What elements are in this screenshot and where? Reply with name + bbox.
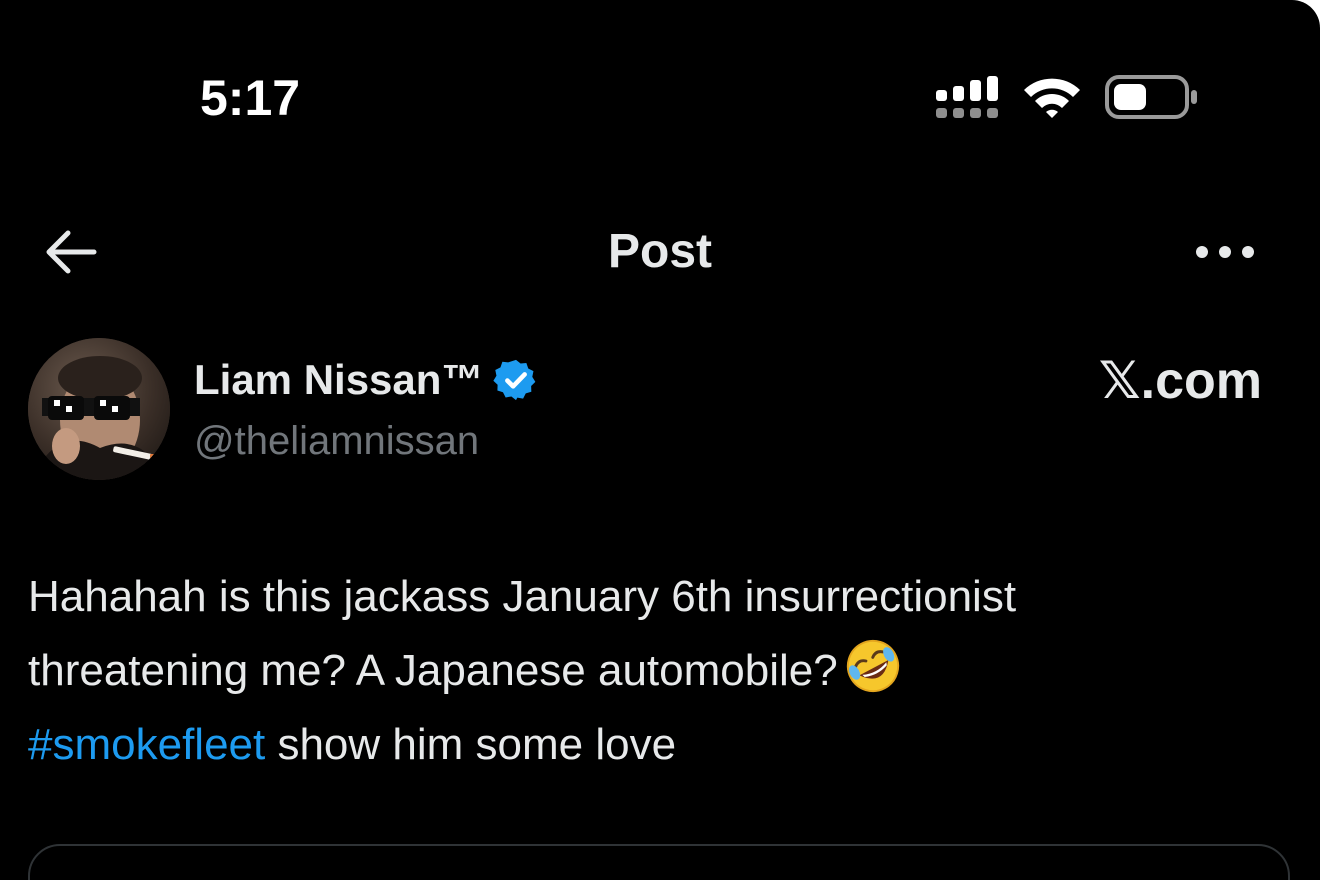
post-text: Hahahah is this jackass January 6th insu…: [28, 560, 1288, 782]
author-name: Liam Nissan™: [194, 356, 484, 403]
author-handle[interactable]: @theliamnissan: [194, 414, 479, 468]
more-horizontal-icon: [1196, 246, 1254, 258]
post-text-line-1: Hahahah is this jackass January 6th insu…: [28, 572, 1017, 621]
page-title: Post: [607, 225, 712, 278]
status-time: 5:17: [200, 70, 301, 126]
post-text-line-3: #smokefleet show him some love: [28, 708, 1288, 782]
x-com-watermark: 𝕏.com: [1098, 352, 1262, 410]
post-text-line-3-rest: show him some love: [265, 720, 677, 769]
signal-icon: [936, 76, 998, 118]
verified-badge-icon: [493, 359, 536, 401]
battery-icon: [1105, 75, 1197, 119]
avatar[interactable]: [28, 338, 170, 480]
rolling-on-the-floor-laughing-emoji-icon: [846, 639, 899, 693]
wifi-icon: [1024, 78, 1080, 118]
profile-photo-icon: [28, 338, 170, 480]
hashtag-link[interactable]: #smokefleet: [28, 720, 265, 769]
post-text-line-2: threatening me? A Japanese automobile?: [28, 634, 1288, 708]
quoted-post-card[interactable]: [28, 844, 1290, 880]
post-screen: 5:17 Post Liam Nissan™ @theliamnissan 𝕏.…: [0, 0, 1320, 880]
author-name-row[interactable]: Liam Nissan™: [194, 350, 539, 410]
post-text-line-2-text: threatening me? A Japanese automobile?: [28, 646, 838, 695]
more-options-button[interactable]: [1190, 232, 1260, 272]
